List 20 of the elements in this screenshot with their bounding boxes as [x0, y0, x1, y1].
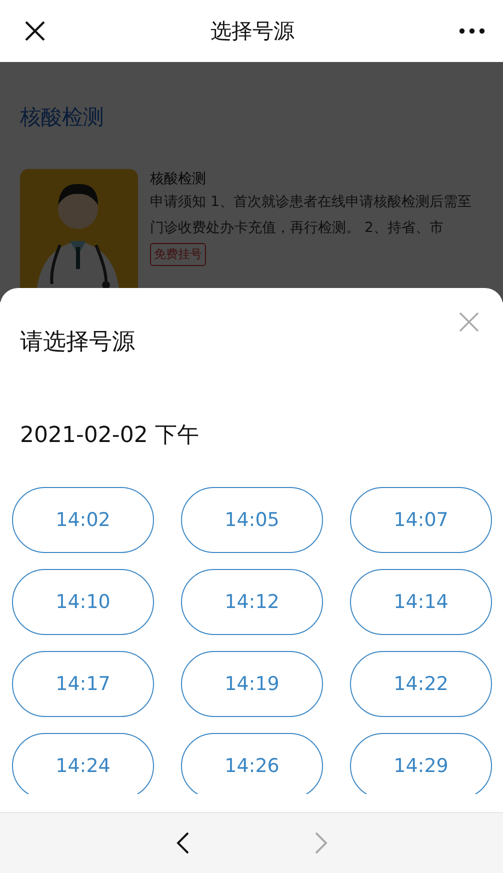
time-slot-button[interactable]: 14:24: [12, 733, 154, 794]
time-slot-button[interactable]: 14:22: [350, 651, 492, 717]
more-icon[interactable]: [459, 28, 485, 34]
time-slot-button[interactable]: 14:05: [181, 487, 323, 553]
time-slot-button[interactable]: 14:29: [350, 733, 492, 794]
card-description: 申请须知 1、首次就诊患者在线申请核酸检测后需至门诊收费处办卡充值，再行检测。 2、持省、市: [150, 193, 472, 238]
time-slot-button[interactable]: 14:10: [12, 569, 154, 635]
card-title: 核酸检测: [150, 170, 206, 189]
time-slot-button[interactable]: 14:02: [12, 487, 154, 553]
section-title: 核酸检测: [19, 104, 105, 131]
time-slot-button[interactable]: 14:14: [350, 569, 492, 635]
page-title: 选择号源: [210, 18, 294, 45]
time-slot-button[interactable]: 14:07: [350, 487, 492, 553]
time-slot-button[interactable]: 14:19: [181, 651, 323, 717]
sheet-title: 请选择号源: [20, 328, 135, 357]
time-slot-button[interactable]: 14:26: [181, 733, 323, 794]
date-label: 2021-02-02 下午: [19, 422, 200, 450]
time-slot-button[interactable]: 14:17: [12, 651, 154, 717]
time-slot-button[interactable]: 14:12: [181, 569, 323, 635]
close-icon[interactable]: [24, 20, 46, 42]
